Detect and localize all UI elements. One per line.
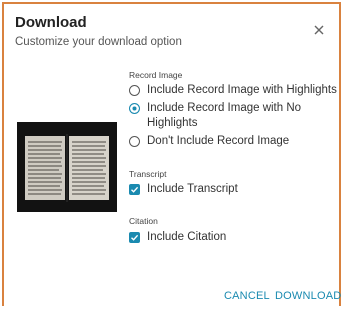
cancel-button[interactable]: CANCEL [224,290,270,302]
radio-checked-icon[interactable] [129,103,140,114]
checkbox-checked-icon[interactable] [129,232,140,243]
record-image-label: Record Image [129,70,183,80]
include-citation-option[interactable]: Include Citation [129,230,226,245]
option-label: Don't Include Record Image [147,135,290,147]
dialog-subtitle: Customize your download option [15,36,182,48]
radio-unchecked-icon[interactable] [129,136,140,147]
option-label: Include Citation [147,231,227,243]
record-image-option-no-highlights[interactable]: Include Record Image with No Highlights [129,101,329,131]
option-label: Include Record Image with No Highlights [147,102,302,129]
dialog-title: Download [15,14,87,31]
record-image-option-none[interactable]: Don't Include Record Image [129,134,289,149]
option-label: Include Transcript [147,183,238,195]
record-image-thumbnail [17,122,117,212]
include-transcript-option[interactable]: Include Transcript [129,182,238,197]
option-label: Include Record Image with Highlights [147,84,337,96]
close-icon[interactable] [311,22,327,38]
radio-unchecked-icon[interactable] [129,85,140,96]
checkbox-checked-icon[interactable] [129,184,140,195]
download-dialog: Download Customize your download option [2,2,341,306]
record-image-option-highlights[interactable]: Include Record Image with Highlights [129,83,337,98]
transcript-label: Transcript [129,169,167,179]
citation-label: Citation [129,216,158,226]
download-button[interactable]: DOWNLOAD [275,290,341,302]
